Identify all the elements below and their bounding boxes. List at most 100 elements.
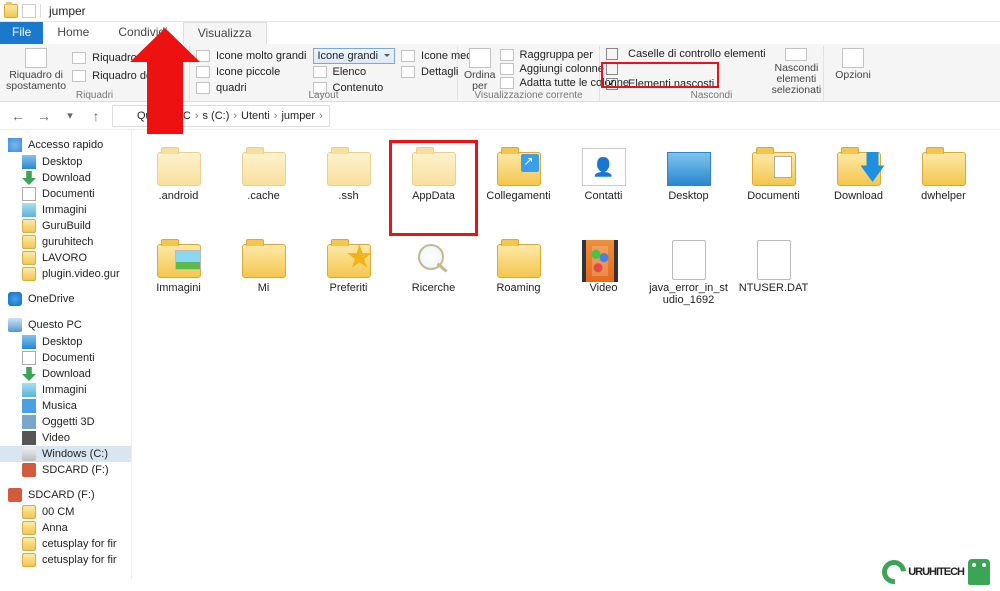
preview-pane-button[interactable]: Riquadro di anteprim	[72, 50, 194, 66]
layout-list[interactable]: Elenco	[313, 64, 396, 80]
nav-tree[interactable]: Accesso rapido Desktop Download Document…	[0, 130, 132, 579]
file-item[interactable]: Documenti	[731, 142, 816, 234]
documents-icon	[22, 351, 36, 365]
tree-item-plugin[interactable]: plugin.video.gur	[0, 266, 131, 282]
file-item[interactable]: NTUSER.DAT	[731, 234, 816, 326]
tree-quick-access[interactable]: Accesso rapido	[0, 136, 131, 154]
crumb-thispc[interactable]: Questo PC	[135, 110, 200, 122]
file-item[interactable]: Roaming	[476, 234, 561, 326]
tab-share[interactable]: Condividi	[104, 22, 182, 44]
nav-back-button[interactable]: ←	[8, 106, 28, 126]
tree-pc-download[interactable]: Download	[0, 366, 131, 382]
tree-pc-music[interactable]: Musica	[0, 398, 131, 414]
crumb-jumper[interactable]: jumper	[279, 110, 324, 122]
watermark-g-icon	[877, 555, 911, 589]
file-item[interactable]: .cache	[221, 142, 306, 234]
watermark-robot-icon	[968, 559, 990, 585]
file-item[interactable]: Immagini	[136, 234, 221, 326]
tree-sd-anna[interactable]: Anna	[0, 520, 131, 536]
tree-item-download[interactable]: Download	[0, 170, 131, 186]
tree-sdcard[interactable]: SDCARD (F:)	[0, 486, 131, 504]
tree-pc-desktop[interactable]: Desktop	[0, 334, 131, 350]
group-current-view: Ordina per Raggruppa per Aggiungi colonn…	[458, 46, 600, 102]
fit-columns-icon	[500, 77, 514, 89]
file-extensions-toggle[interactable]	[606, 63, 766, 76]
tree-item-gurubuild[interactable]: GuruBuild	[0, 218, 131, 234]
file-label: AppData	[412, 190, 455, 202]
file-item[interactable]: Download	[816, 142, 901, 234]
layout-large-icons[interactable]: Icone grandi	[313, 48, 396, 64]
options-button[interactable]: Opzioni	[830, 46, 876, 96]
group-show-hide: Caselle di controllo elementi Elementi n…	[600, 46, 824, 102]
nav-recent-button[interactable]: ▾	[60, 106, 80, 126]
group-label-show-hide: Nascondi	[600, 90, 823, 101]
s-icons-icon	[196, 66, 210, 78]
details-pane-button[interactable]: Riquadro dettagli	[72, 68, 194, 84]
navigation-pane-button[interactable]: Riquadro di spostamento	[6, 46, 66, 96]
hidden-items-toggle[interactable]: Elementi nascosti	[606, 77, 766, 90]
file-view[interactable]: .android .cache.ssh AppData CollegamentiCon…	[132, 130, 1000, 579]
file-label: Roaming	[496, 282, 540, 294]
hide-selected-button[interactable]: Nascondi elementi selezionati	[772, 46, 822, 96]
layout-xl-icons[interactable]: Icone molto grandi	[196, 48, 307, 64]
tree-onedrive[interactable]: OneDrive	[0, 290, 131, 308]
file-label: Immagini	[156, 282, 201, 294]
file-label: NTUSER.DAT	[739, 282, 808, 294]
address-box[interactable]: Questo PC s (C:) Utenti jumper	[112, 105, 330, 127]
group-layout: Icone molto grandi Icone grandi Icone me…	[190, 46, 458, 102]
item-checkboxes-toggle[interactable]: Caselle di controllo elementi	[606, 48, 766, 61]
file-label: Preferiti	[330, 282, 368, 294]
tree-item-guruhitech[interactable]: guruhitech	[0, 234, 131, 250]
file-item[interactable]: Video	[561, 234, 646, 326]
file-label: Ricerche	[412, 282, 455, 294]
download-icon	[22, 367, 36, 381]
qat-button[interactable]	[22, 4, 36, 18]
tree-item-pictures[interactable]: Immagini	[0, 202, 131, 218]
tab-view[interactable]: Visualizza	[183, 22, 267, 44]
crumb-users[interactable]: Utenti	[239, 110, 279, 122]
group-by-icon	[500, 49, 514, 61]
tree-pc-3d[interactable]: Oggetti 3D	[0, 414, 131, 430]
file-item[interactable]: .ssh	[306, 142, 391, 234]
nav-forward-button[interactable]: →	[34, 106, 54, 126]
file-item[interactable]: dwhelper	[901, 142, 986, 234]
tab-home[interactable]: Home	[43, 22, 104, 44]
file-item[interactable]: Collegamenti	[476, 142, 561, 234]
file-item[interactable]: java_error_in_studio_1692	[646, 234, 731, 326]
file-item[interactable]: Preferiti	[306, 234, 391, 326]
crumb-drive[interactable]: s (C:)	[200, 110, 239, 122]
file-item[interactable]: AppData	[391, 142, 476, 234]
tree-pc-pictures[interactable]: Immagini	[0, 382, 131, 398]
tree-this-pc[interactable]: Questo PC	[0, 316, 131, 334]
file-item[interactable]: Desktop	[646, 142, 731, 234]
sort-by-button[interactable]: Ordina per	[464, 46, 496, 96]
tree-sd-cetus2[interactable]: cetusplay for fir	[0, 552, 131, 568]
tree-sd-00cm[interactable]: 00 CM	[0, 504, 131, 520]
separator	[40, 4, 41, 18]
file-label: Documenti	[747, 190, 800, 202]
navigation-pane-icon	[25, 48, 47, 68]
tree-sd-cetus1[interactable]: cetusplay for fir	[0, 536, 131, 552]
nav-up-button[interactable]: ↑	[86, 106, 106, 126]
tree-item-documents[interactable]: Documenti	[0, 186, 131, 202]
layout-small-icons[interactable]: Icone piccole	[196, 64, 307, 80]
folder-icon	[22, 505, 36, 519]
tree-pc-documents[interactable]: Documenti	[0, 350, 131, 366]
group-label-panes: Riquadri	[0, 90, 189, 101]
pictures-icon	[22, 203, 36, 217]
tree-item-lavoro[interactable]: LAVORO	[0, 250, 131, 266]
folder-icon	[22, 219, 36, 233]
m-icons-icon	[401, 50, 415, 62]
music-icon	[22, 399, 36, 413]
tree-pc-sdcard[interactable]: SDCARD (F:)	[0, 462, 131, 478]
tab-file[interactable]: File	[0, 22, 43, 44]
onedrive-icon	[8, 292, 22, 306]
tree-pc-video[interactable]: Video	[0, 430, 131, 446]
file-label: .android	[159, 190, 199, 202]
tree-item-desktop[interactable]: Desktop	[0, 154, 131, 170]
file-item[interactable]: Ricerche	[391, 234, 476, 326]
file-item[interactable]: Mi	[221, 234, 306, 326]
tree-pc-windows-c[interactable]: Windows (C:)	[0, 446, 131, 462]
file-item[interactable]: Contatti	[561, 142, 646, 234]
file-item[interactable]: .android	[136, 142, 221, 234]
